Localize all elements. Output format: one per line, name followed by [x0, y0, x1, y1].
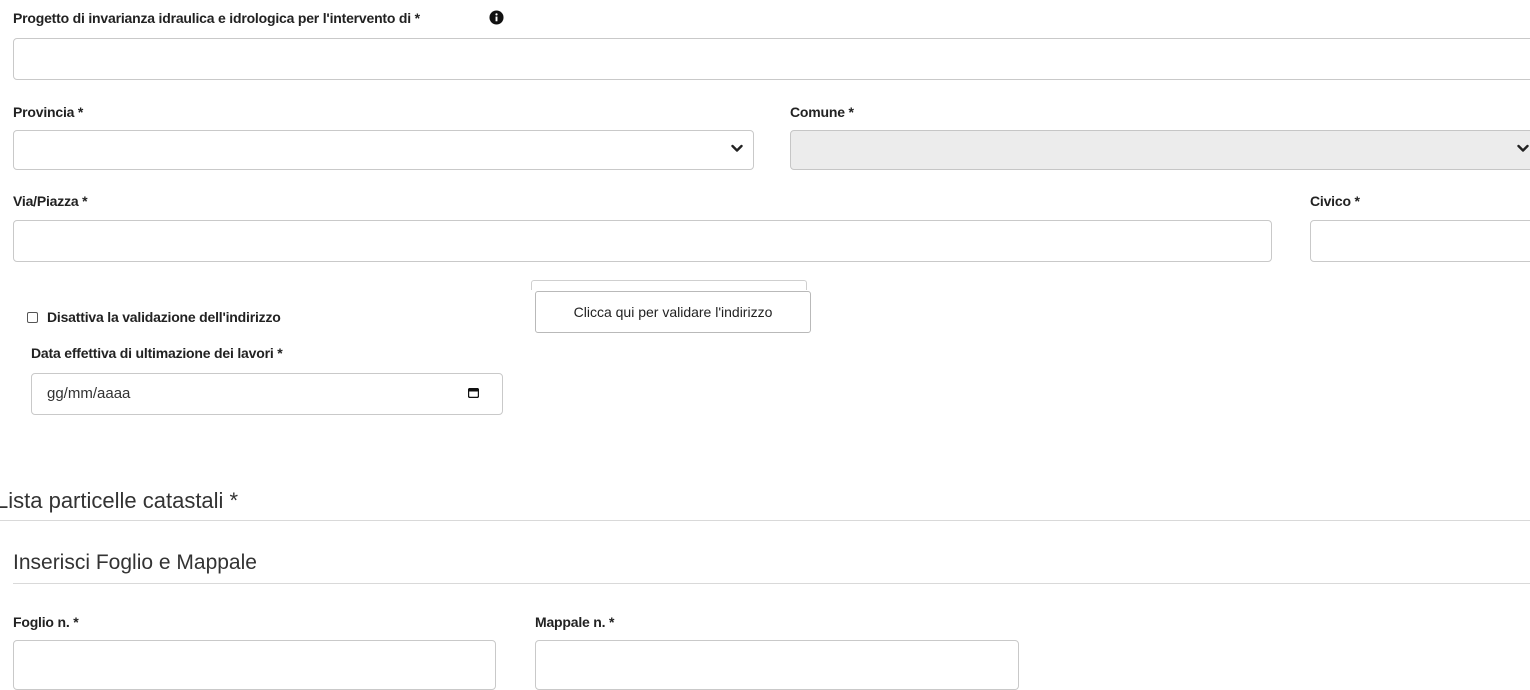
info-icon[interactable] [489, 10, 504, 25]
validate-address-button-label: Clicca qui per validare l'indirizzo [573, 304, 773, 320]
chevron-down-icon [1517, 144, 1529, 153]
mappale-label: Mappale n. * [535, 614, 615, 630]
civico-input[interactable] [1310, 220, 1530, 262]
completion-date-label: Data effettiva di ultimazione dei lavori… [31, 345, 283, 361]
provincia-label: Provincia * [13, 104, 84, 120]
subsection-divider [13, 583, 1530, 584]
foglio-input[interactable] [13, 640, 496, 690]
project-input[interactable] [13, 38, 1530, 80]
comune-select[interactable] [790, 130, 1530, 170]
comune-label: Comune * [790, 104, 854, 120]
via-input[interactable] [13, 220, 1272, 262]
completion-date-placeholder: gg/mm/aaaa [47, 385, 131, 402]
button-shadow [531, 280, 807, 290]
section-divider [0, 520, 1530, 521]
project-label-text: Progetto di invarianza idraulica e idrol… [13, 10, 420, 26]
via-label: Via/Piazza * [13, 193, 88, 209]
parcels-title: Lista particelle catastali * [0, 488, 239, 513]
mappale-input[interactable] [535, 640, 1019, 690]
calendar-icon[interactable] [468, 388, 479, 398]
project-label: Progetto di invarianza idraulica e idrol… [13, 10, 420, 26]
civico-label: Civico * [1310, 193, 1360, 209]
validate-address-button[interactable]: Clicca qui per validare l'indirizzo [535, 291, 811, 333]
disable-validation-label[interactable]: Disattiva la validazione dell'indirizzo [47, 309, 281, 325]
foglio-label: Foglio n. * [13, 614, 79, 630]
provincia-select[interactable] [13, 130, 754, 170]
chevron-down-icon [731, 144, 743, 153]
parcels-subtitle: Inserisci Foglio e Mappale [13, 551, 257, 574]
disable-validation-checkbox[interactable] [27, 312, 38, 323]
completion-date-input[interactable]: gg/mm/aaaa [31, 373, 503, 415]
